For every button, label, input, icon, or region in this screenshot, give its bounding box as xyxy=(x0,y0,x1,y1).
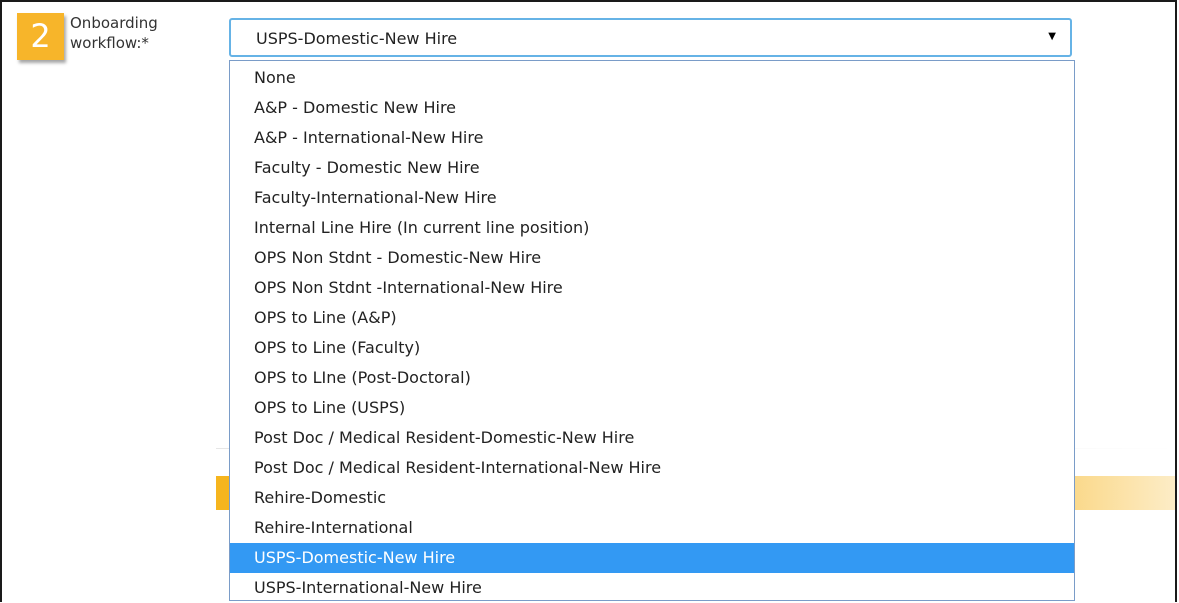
onboarding-workflow-select[interactable]: USPS-Domestic-New Hire ▼ xyxy=(229,18,1072,57)
dropdown-option[interactable]: Post Doc / Medical Resident-Internationa… xyxy=(230,453,1074,483)
dropdown-option[interactable]: OPS to LIne (Post-Doctoral) xyxy=(230,363,1074,393)
frame-left-border xyxy=(0,0,2,602)
dropdown-option[interactable]: OPS Non Stdnt - Domestic-New Hire xyxy=(230,243,1074,273)
dropdown-option[interactable]: Post Doc / Medical Resident-Domestic-New… xyxy=(230,423,1074,453)
dropdown-option[interactable]: None xyxy=(230,63,1074,93)
step-number-badge: 2 xyxy=(17,13,64,60)
dropdown-option[interactable]: Internal Line Hire (In current line posi… xyxy=(230,213,1074,243)
dropdown-option[interactable]: OPS to Line (Faculty) xyxy=(230,333,1074,363)
frame-right-border xyxy=(1175,0,1177,602)
dropdown-option[interactable]: OPS to Line (A&P) xyxy=(230,303,1074,333)
dropdown-option[interactable]: Rehire-Domestic xyxy=(230,483,1074,513)
dropdown-option[interactable]: USPS-Domestic-New Hire xyxy=(230,543,1074,573)
dropdown-option[interactable]: USPS-International-New Hire xyxy=(230,573,1074,603)
frame-top-border xyxy=(0,0,1175,2)
workflow-options-list: None A&P - Domestic New Hire A&P - Interna… xyxy=(229,60,1075,601)
onboarding-workflow-label: Onboarding workflow:* xyxy=(70,13,210,53)
dropdown-option[interactable]: OPS to Line (USPS) xyxy=(230,393,1074,423)
label-line-1: Onboarding xyxy=(70,14,158,32)
dropdown-option[interactable]: A&P - Domestic New Hire xyxy=(230,93,1074,123)
dropdown-option[interactable]: Rehire-International xyxy=(230,513,1074,543)
dropdown-option[interactable]: Faculty-International-New Hire xyxy=(230,183,1074,213)
dropdown-option[interactable]: Faculty - Domestic New Hire xyxy=(230,153,1074,183)
label-line-2: workflow:* xyxy=(70,34,149,52)
dropdown-option[interactable]: A&P - International-New Hire xyxy=(230,123,1074,153)
dropdown-option[interactable]: OPS Non Stdnt -International-New Hire xyxy=(230,273,1074,303)
triangle-down-icon: ▼ xyxy=(1048,31,1056,42)
select-current-value: USPS-Domestic-New Hire xyxy=(256,29,458,48)
